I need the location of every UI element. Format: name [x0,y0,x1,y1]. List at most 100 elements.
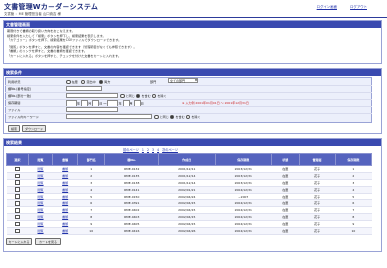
match-label: を除く [157,94,167,98]
view-link[interactable]: 閲覧 [38,195,44,199]
doc-link[interactable]: 書類 [62,181,68,185]
file-label: ファイル [8,108,21,112]
table-cell [6,186,29,194]
doc-link[interactable]: 書類 [62,188,68,192]
table-cell: 書類 [52,165,78,173]
page-link[interactable]: 2 [147,148,149,152]
page-link[interactable]: 4 [157,148,159,152]
manager-cell: 花子 [314,208,321,213]
table-cell: RME-0416 [104,227,159,235]
add-to-cart-button[interactable]: カートに入れる [6,238,32,245]
expiry-cell: 2004/12/31 [234,187,252,192]
search-button[interactable]: 検索 [8,125,20,132]
dept-cell: 10 [89,228,94,233]
status-option-label: 両方 [104,80,111,84]
doc-link[interactable]: 書類 [62,174,68,178]
number-cell: RME-0141 [124,187,140,192]
file-input[interactable] [66,106,118,112]
next-page-link[interactable]: 次のページ [162,148,178,152]
row-checkbox[interactable] [15,228,20,234]
view-link[interactable]: 閲覧 [38,201,44,205]
kw-radio-contain[interactable] [169,114,175,120]
table-cell: 10 [77,227,105,235]
number-cell: RME-0150 [124,194,140,199]
match-label: を含む [175,115,185,119]
info-text: 期限付きで書類の取り扱い方向をおこなえます。 検索条件を入力して「検索」ボタンを… [4,28,381,60]
logout-link[interactable]: ログアウト [350,5,367,9]
view-cart-button[interactable]: カートを見る [35,238,61,245]
row-checkbox[interactable] [15,180,20,186]
prev-page-link[interactable]: 前のページ [123,148,139,152]
table-cell: 2001/12/14 [158,179,216,187]
keyword-input[interactable] [66,113,152,119]
order-cell: 5 [352,194,355,199]
status-cell: 在庫 [282,228,289,233]
doc-link[interactable]: 書類 [62,229,68,233]
row-checkbox[interactable] [15,214,20,220]
row-checkbox[interactable] [15,173,20,179]
doc-link[interactable]: 書類 [62,201,68,205]
page-link[interactable]: 3 [152,148,154,152]
view-link[interactable]: 閲覧 [38,167,44,171]
keyword-label: ファイル内キーワード [8,115,39,119]
status-cell: 在庫 [282,166,289,171]
table-row: 閲覧 書類 9 RME-0405 2002/04/15 2004/12/31 在庫 花子 9 [6,220,372,229]
table-cell: 在庫 [271,193,300,201]
row-checkbox[interactable] [15,187,20,192]
title-input[interactable] [66,92,118,98]
expiry-cell: 2004/12/31 [234,228,252,233]
order-cell: 2 [352,173,355,178]
view-link[interactable]: 閲覧 [38,208,44,212]
table-cell: 閲覧 [28,206,53,215]
dept-cell: 5 [90,194,93,199]
dept-label: 部門 [150,80,157,84]
dept-cell: 2 [90,173,93,178]
table-cell: 書類 [52,199,78,208]
download-button[interactable]: ダウンロード [22,125,46,132]
row-checkbox[interactable] [15,166,20,172]
dept-select[interactable]: 全ての部門 ▼ [168,78,198,83]
created-cell: 2002/01/21 [178,187,196,192]
doc-link[interactable]: 書類 [62,167,68,171]
row-checkbox[interactable] [15,221,20,227]
view-link[interactable]: 閲覧 [38,174,44,178]
table-cell: RME-0391 [104,199,159,208]
table-cell [6,179,29,187]
manager-cell: 花子 [314,187,321,192]
table-row: 閲覧 書類 4 RME-0141 2002/01/21 2004/12/31 在庫 花子 4 [6,186,372,194]
doc-link[interactable]: 書類 [62,222,68,226]
row-checkbox[interactable] [15,194,20,199]
table-cell: RME-0135 [104,172,159,180]
table-cell [6,199,29,208]
table-cell: 閲覧 [28,172,53,180]
expiry-cell: 2003/12/31 [234,180,252,185]
col-dept: 部門名 [76,153,106,166]
row-checkbox[interactable] [15,201,20,206]
order-cell: 3 [352,180,355,185]
table-cell [6,213,29,222]
page-link[interactable]: 1 [142,148,144,152]
row-checkbox[interactable] [15,207,20,213]
table-cell: 2 [77,172,105,180]
view-link[interactable]: 閲覧 [38,229,44,233]
date-range: 年 月 日 ～ 年 月 日 [66,99,186,107]
results-table-wrap: 選択 閲覧 書類 部門名 棚No. 作成日 保存期限 状態 管理者 保存期限 閲… [6,153,373,235]
login-screen-link[interactable]: ログイン画面 [317,5,337,9]
table-cell: 3 [335,179,372,187]
doc-link[interactable]: 書類 [62,195,68,199]
created-cell: 2002/04/15 [178,201,196,206]
view-link[interactable]: 閲覧 [38,222,44,226]
table-cell: 閲覧 [28,213,53,222]
doc-link[interactable]: 書類 [62,215,68,219]
view-link[interactable]: 閲覧 [38,188,44,192]
view-link[interactable]: 閲覧 [38,215,44,219]
table-cell: 書類 [52,179,78,187]
col-expiry: 保存期限 [214,153,273,166]
kw-radio-exclude[interactable] [185,114,191,120]
number-input[interactable] [66,85,102,91]
status-cell: 在庫 [282,201,289,206]
number-label: 棚No.(番号指定) [8,87,32,91]
kw-radio-equal[interactable] [154,114,159,120]
view-link[interactable]: 閲覧 [38,181,44,185]
doc-link[interactable]: 書類 [62,208,68,212]
